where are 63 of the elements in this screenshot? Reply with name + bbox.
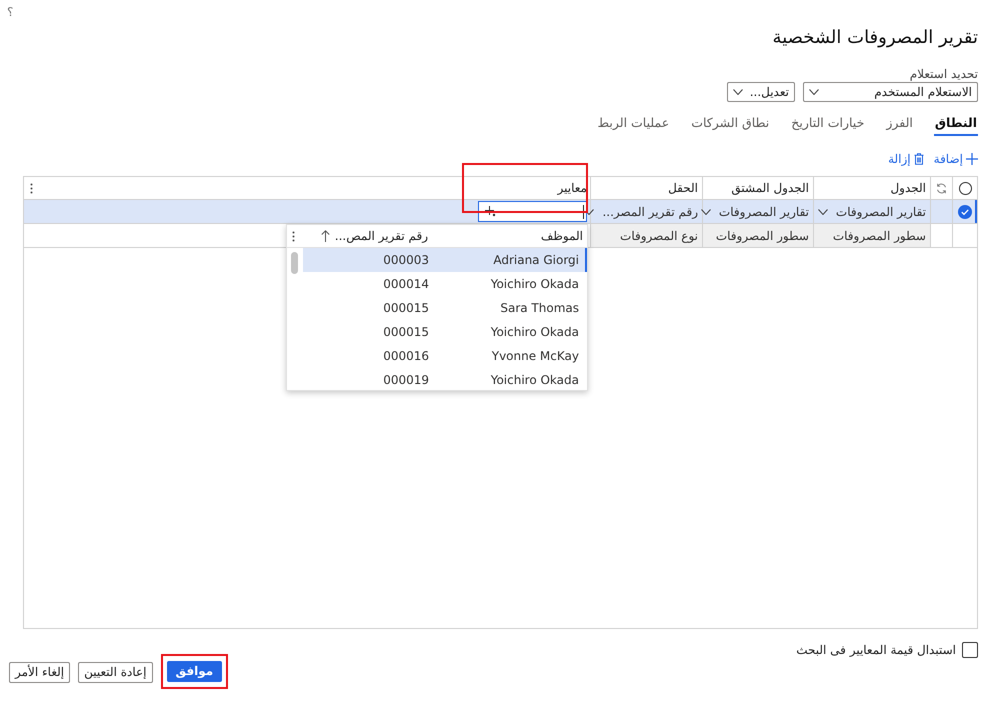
more-options-icon[interactable] xyxy=(292,230,295,242)
trash-icon xyxy=(914,153,924,165)
table-cell-text: 000003 xyxy=(382,252,430,269)
criteria-input[interactable] xyxy=(478,201,587,222)
query-select[interactable]: الاستعلام المستخدم xyxy=(803,82,978,102)
chevron-down-icon xyxy=(818,208,828,214)
tab[interactable]: نطاق الشركات xyxy=(690,112,770,136)
modify-dropdown-button[interactable]: تعديل... xyxy=(727,82,795,102)
table-cell: سطور المصروفات xyxy=(813,224,930,247)
more-options-icon[interactable] xyxy=(30,182,33,194)
table-cell-text: 000016 xyxy=(382,348,430,365)
page-title: تقرير المصروفات الشخصية xyxy=(772,26,978,50)
dialog-button[interactable]: إعادة التعيين xyxy=(78,662,152,683)
checkbox[interactable] xyxy=(962,642,978,658)
ok-button[interactable]: موافق xyxy=(166,661,222,682)
tab[interactable]: الفرز xyxy=(885,112,914,136)
crosshair-cursor-icon xyxy=(485,206,496,217)
lookup-row[interactable]: 000015 Yoichiro Okada xyxy=(303,320,587,344)
checkbox-label: استبدال قيمة المعايير فى البحث xyxy=(796,642,956,659)
table-cell-text: 000015 xyxy=(382,300,430,317)
chevron-down-icon xyxy=(700,208,711,214)
column-header[interactable]: رقم تقرير المص... xyxy=(334,227,428,245)
table-cell-text: Sara Thomas xyxy=(499,300,580,317)
table-cell: نوع المصروفات xyxy=(590,224,702,247)
refresh-icon[interactable] xyxy=(936,182,947,194)
checked-circle-icon[interactable] xyxy=(958,204,972,218)
lookup-row[interactable]: 000015 Sara Thomas xyxy=(303,296,587,320)
plus-icon xyxy=(966,153,978,165)
add-button[interactable]: إضافة xyxy=(934,150,978,168)
tab[interactable]: النطاق xyxy=(934,112,978,136)
chevron-down-icon xyxy=(733,89,743,95)
table-cell-text: 000019 xyxy=(382,372,430,389)
lookup-row[interactable]: 000016 Yvonne McKay xyxy=(303,344,587,368)
table-cell: سطور المصروفات xyxy=(702,224,813,247)
tab[interactable]: خيارات التاريخ xyxy=(790,112,866,136)
lookup-row[interactable]: 000003 Adriana Giorgi xyxy=(303,248,587,272)
text-cursor-icon xyxy=(583,204,584,218)
chevron-down-icon xyxy=(809,89,819,95)
help-button[interactable]: ؟ xyxy=(7,4,14,20)
field-label: تحديد استعلام xyxy=(908,67,978,81)
table-cell-text: Yoichiro Okada xyxy=(490,276,580,293)
dialog-button[interactable]: إلغاء الأمر xyxy=(9,662,70,683)
tab[interactable]: عمليات الربط xyxy=(596,112,670,136)
sort-up-arrow-icon[interactable] xyxy=(321,230,330,242)
column-header[interactable]: الموظف xyxy=(439,227,587,245)
cell-dropdown[interactable]: تقارير المصروفات xyxy=(700,202,809,220)
table-row[interactable]: تقارير المصروفات تقارير المصروفات رقم تقرير المصر... xyxy=(24,200,977,224)
table-cell-text: Yoichiro Okada xyxy=(490,324,580,341)
column-header[interactable]: الجدول xyxy=(890,179,926,197)
lookup-row[interactable]: 000019 Yoichiro Okada xyxy=(303,368,587,392)
table-cell-text: 000014 xyxy=(382,276,430,293)
lookup-row[interactable]: 000014 Yoichiro Okada xyxy=(303,272,587,296)
select-all-circle-icon[interactable] xyxy=(958,182,972,194)
column-header[interactable]: الحقل xyxy=(668,179,698,197)
table-cell-text: Adriana Giorgi xyxy=(492,252,580,269)
remove-button[interactable]: إزالة xyxy=(888,150,924,168)
cell-dropdown[interactable]: تقارير المصروفات xyxy=(818,202,926,220)
column-header[interactable]: الجدول المشتق xyxy=(731,179,809,197)
table-cell-text: Yvonne McKay xyxy=(490,348,580,365)
table-cell-text: Yoichiro Okada xyxy=(490,372,580,389)
scrollbar-thumb[interactable] xyxy=(291,252,298,274)
table-cell-text: 000015 xyxy=(382,324,430,341)
column-header[interactable]: معايير xyxy=(558,179,587,197)
